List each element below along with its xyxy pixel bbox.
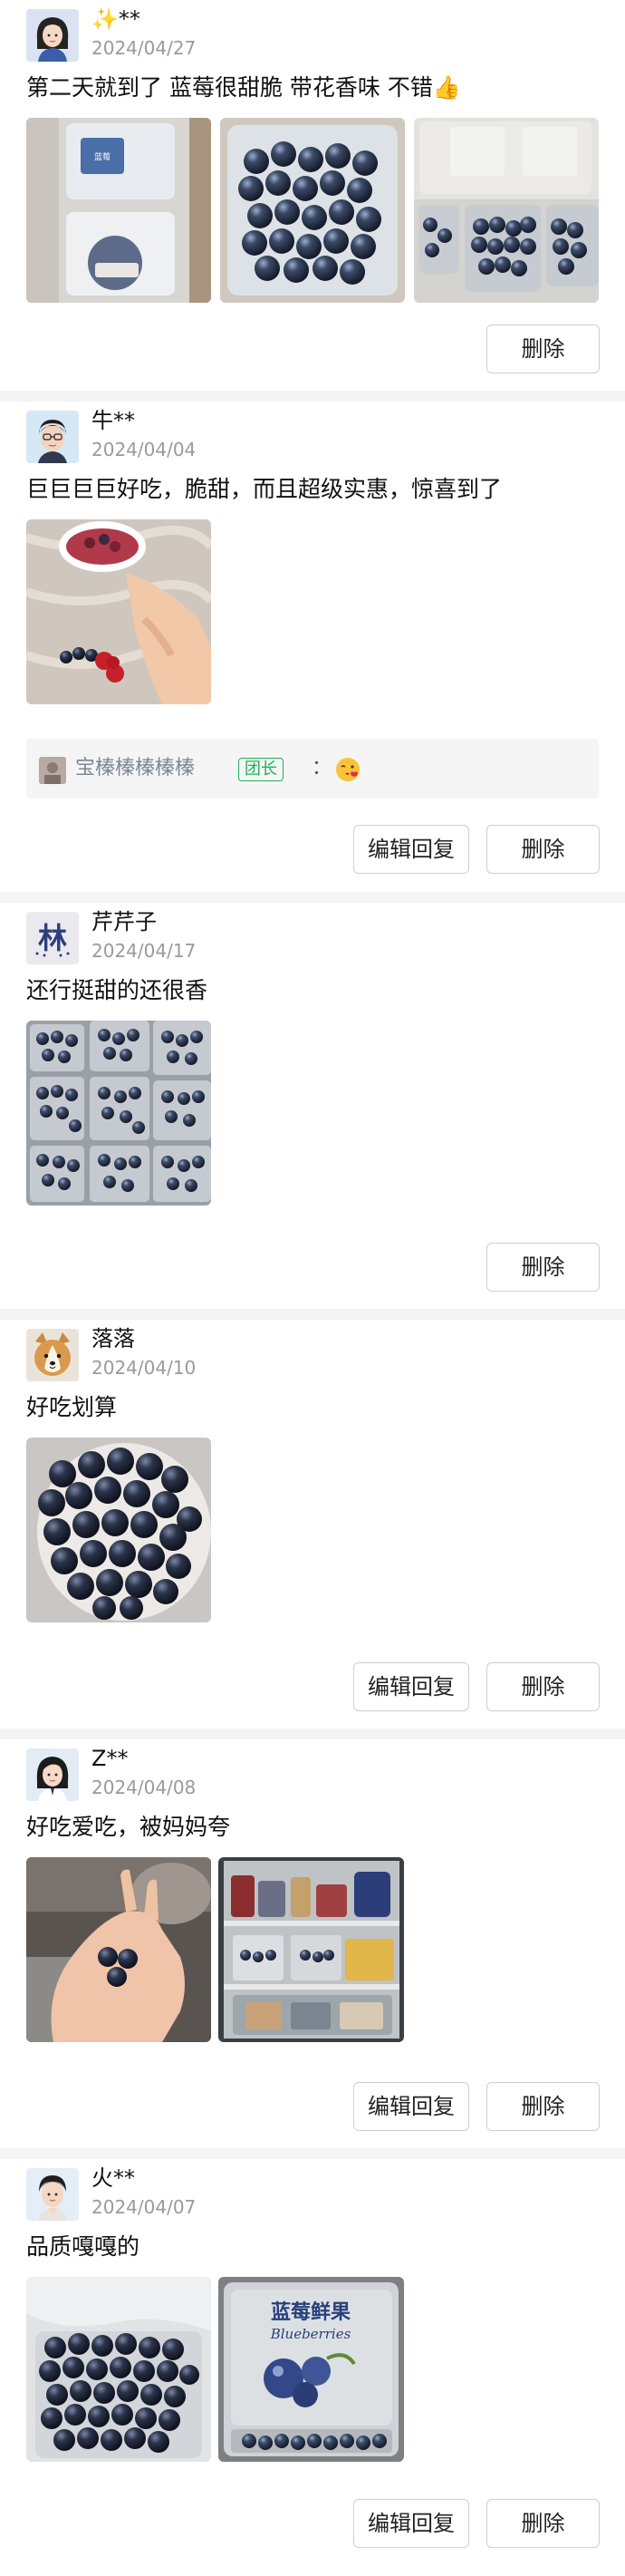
text-avatar-icon: 林: [26, 912, 79, 964]
reply-avatar: [39, 757, 66, 784]
delete-button[interactable]: 删除: [486, 2499, 600, 2548]
edit-reply-button[interactable]: 编辑回复: [353, 2499, 469, 2548]
delete-button[interactable]: 删除: [486, 1243, 600, 1292]
delete-button[interactable]: 删除: [486, 1662, 600, 1711]
delete-button[interactable]: 删除: [486, 825, 600, 874]
svg-text:蓝莓: 蓝莓: [94, 151, 111, 162]
review-photo[interactable]: [414, 118, 599, 303]
user-name: 牛**: [91, 408, 135, 433]
review-comment: 好吃爱吃，被妈妈夸: [26, 1814, 231, 1840]
avatar[interactable]: 林: [26, 912, 79, 964]
review-comment: 好吃划算: [26, 1394, 118, 1420]
review-comment: 巨巨巨巨好吃，脆甜，而且超级实惠，惊喜到了: [26, 476, 503, 502]
review-comment: 品质嘎嘎的: [26, 2233, 140, 2260]
edit-reply-button[interactable]: 编辑回复: [353, 825, 469, 874]
avatar[interactable]: [26, 9, 79, 62]
delete-button[interactable]: 删除: [486, 2082, 600, 2131]
review-card: ✨** 2024/04/27 第二天就到了 蓝莓很甜脆 带花香味 不错👍 蓝莓: [0, 0, 625, 402]
package-label-cn: 蓝莓鲜果: [271, 2300, 351, 2324]
review-date: 2024/04/04: [91, 439, 197, 460]
review-photo[interactable]: [26, 1021, 211, 1206]
review-photo[interactable]: [26, 1857, 211, 2042]
review-photo[interactable]: [220, 118, 405, 303]
review-date: 2024/04/10: [91, 1357, 197, 1379]
team-leader-badge: 团长: [238, 758, 284, 781]
review-date: 2024/04/17: [91, 940, 197, 962]
review-photo[interactable]: 蓝莓鲜果 Blueberries: [218, 2277, 404, 2462]
blowing-kiss-emoji-icon: [334, 756, 361, 783]
dog-avatar-icon: [26, 1329, 79, 1381]
user-name: 芹芹子: [91, 909, 157, 935]
review-photo[interactable]: [26, 519, 211, 704]
merchant-reply: 宝榛榛榛榛榛 团长 ：: [26, 739, 599, 799]
review-comment: 第二天就到了 蓝莓很甜脆 带花香味 不错👍: [26, 74, 461, 101]
avatar[interactable]: [26, 411, 79, 463]
package-label-en: Blueberries: [270, 2326, 351, 2342]
reply-separator: ：: [312, 757, 332, 780]
cartoon-avatar-icon: [26, 1748, 79, 1801]
user-name: Z**: [91, 1746, 129, 1771]
cartoon-avatar-icon: [26, 2168, 79, 2221]
review-comment: 还行挺甜的还很香: [26, 977, 208, 1003]
review-photo[interactable]: 蓝莓: [26, 118, 211, 303]
review-card: Z** 2024/04/08 好吃爱吃，被妈妈夸 编辑回复 删除: [0, 1739, 625, 2159]
review-photo[interactable]: [26, 2277, 211, 2462]
avatar-text: 林: [38, 921, 67, 955]
review-date: 2024/04/07: [91, 2196, 197, 2218]
review-card: 火** 2024/04/07 品质嘎嘎的 蓝莓鲜果 Blueberries 编辑…: [0, 2159, 625, 2576]
edit-reply-button[interactable]: 编辑回复: [353, 1662, 469, 1711]
review-card: 落落 2024/04/10 好吃划算 编辑回复 删除: [0, 1320, 625, 1739]
review-card: 林 芹芹子 2024/04/17 还行挺甜的还很香 删除: [0, 903, 625, 1320]
avatar[interactable]: [26, 2168, 79, 2221]
edit-reply-button[interactable]: 编辑回复: [353, 2082, 469, 2131]
reply-author-name: 宝榛榛榛榛榛: [75, 757, 196, 780]
user-name: 落落: [91, 1326, 135, 1351]
avatar[interactable]: [26, 1748, 79, 1801]
cartoon-avatar-icon: [26, 9, 79, 62]
review-card: 牛** 2024/04/04 巨巨巨巨好吃，脆甜，而且超级实惠，惊喜到了 宝榛榛…: [0, 402, 625, 903]
review-date: 2024/04/27: [91, 37, 197, 59]
user-name: 火**: [91, 2165, 135, 2191]
review-date: 2024/04/08: [91, 1777, 197, 1798]
cartoon-avatar-icon: [26, 411, 79, 463]
review-photo[interactable]: [26, 1438, 211, 1622]
delete-button[interactable]: 删除: [486, 324, 600, 373]
avatar[interactable]: [26, 1329, 79, 1381]
review-photo[interactable]: [218, 1857, 404, 2042]
user-name: ✨**: [91, 6, 140, 32]
review-feed: ✨** 2024/04/27 第二天就到了 蓝莓很甜脆 带花香味 不错👍 蓝莓: [0, 0, 625, 2576]
